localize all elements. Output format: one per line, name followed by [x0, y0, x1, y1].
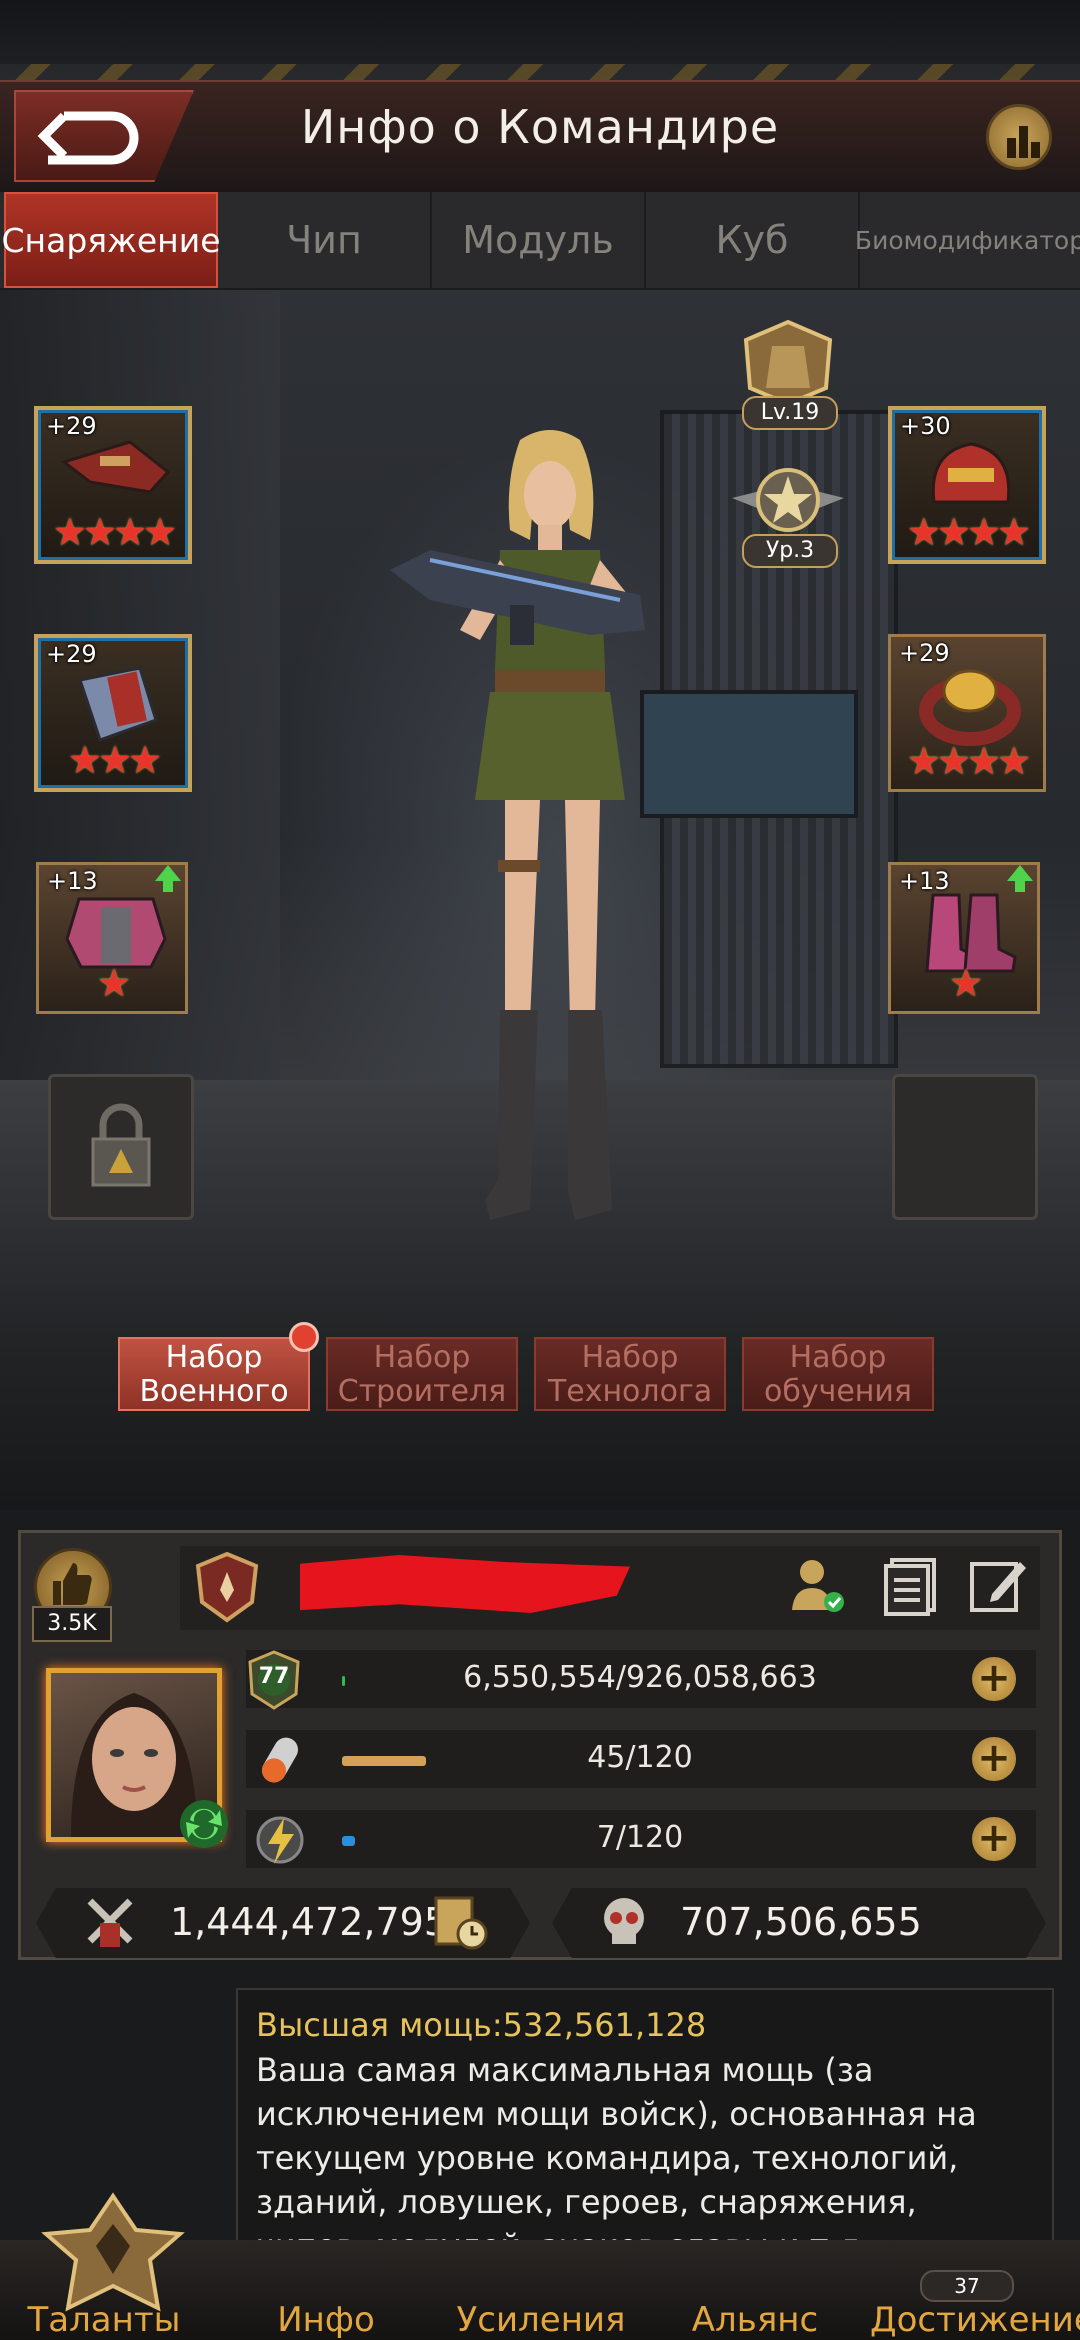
document-list-icon	[884, 1558, 936, 1616]
weapon-stars: ★★★★	[52, 510, 177, 554]
records-button[interactable]	[878, 1552, 942, 1616]
set-training-line2: обучения	[764, 1374, 912, 1409]
ring-stars: ★★★★	[906, 739, 1031, 783]
locked-slot-left[interactable]	[48, 1074, 194, 1220]
power-value: 1,444,472,795	[170, 1900, 449, 1944]
stamina-value: 45/120	[587, 1740, 693, 1775]
tooltip-body: Ваша самая максимальная мощь (за исключе…	[256, 2051, 977, 2265]
ring-level: +29	[899, 639, 950, 667]
rank-badge[interactable]: Ур.3	[722, 458, 854, 568]
armor-icon	[743, 319, 833, 407]
armor-level: +13	[47, 867, 98, 895]
stats-button[interactable]	[986, 104, 1052, 170]
commander-level: 77	[258, 1664, 290, 1689]
commander-figure	[390, 430, 645, 1220]
nav-info[interactable]: Инфо	[256, 2300, 396, 2340]
set-builder-line1: Набор	[373, 1340, 471, 1375]
rank-emblem-icon[interactable]	[190, 1550, 264, 1624]
upgrade-arrow-icon	[155, 865, 181, 892]
skull-icon	[604, 1898, 644, 1944]
armor-level-label: Lv.19	[742, 396, 838, 430]
equipment-slot-weapon[interactable]: +29 ★★★★	[34, 406, 192, 564]
tab-equipment[interactable]: Снаряжение	[2, 192, 221, 288]
ring-icon	[919, 669, 1021, 746]
equipment-slot-ring[interactable]: +29 ★★★★	[888, 634, 1046, 792]
tab-module[interactable]: Модуль	[432, 192, 646, 288]
kills-value: 707,506,655	[680, 1900, 922, 1944]
rifle-icon	[60, 440, 171, 494]
boots-level: +13	[899, 867, 950, 895]
energy-bolt-icon	[256, 1816, 304, 1864]
power-history-icon[interactable]	[430, 1892, 490, 1952]
like-count: 3.5K	[32, 1606, 112, 1642]
nav-talents[interactable]: Таланты	[24, 2300, 184, 2340]
tab-cube[interactable]: Куб	[646, 192, 860, 288]
upgrade-arrow-icon	[1007, 865, 1033, 892]
gloves-level: +29	[46, 640, 97, 668]
user-check-icon	[792, 1560, 844, 1612]
swap-avatar-icon[interactable]	[176, 1796, 232, 1852]
tab-bar: Снаряжение Чип Модуль Куб Биомодификатор	[0, 192, 1080, 288]
set-training-line1: Набор	[789, 1340, 887, 1375]
achievement-count-badge: 37	[920, 2270, 1014, 2302]
armor-level-badge[interactable]: Lv.19	[730, 318, 846, 430]
equipment-slot-helmet[interactable]: +30 ★★★★	[888, 406, 1046, 564]
set-military-line2: Военного	[139, 1374, 289, 1409]
bar-chart-icon	[1007, 126, 1040, 158]
stamina-add-button[interactable]: +	[972, 1737, 1016, 1781]
equipment-slot-armor[interactable]: +13 ★	[36, 862, 188, 1014]
lock-icon	[91, 1103, 151, 1187]
helmet-icon	[931, 442, 1011, 504]
equipment-slot-gloves[interactable]: +29 ★★★	[34, 634, 192, 792]
set-technologist-line2: Технолога	[547, 1374, 713, 1409]
hazard-stripe	[0, 64, 1080, 80]
glove-icon	[78, 666, 158, 742]
nav-achievement[interactable]: Достижение	[870, 2300, 1080, 2340]
armor-stars: ★	[96, 961, 131, 1005]
helmet-level: +30	[900, 412, 951, 440]
star-wings-icon	[732, 468, 844, 532]
stamina-capsule-icon	[262, 1737, 298, 1783]
empty-slot-right[interactable]	[892, 1074, 1038, 1220]
nav-boosts[interactable]: Усиления	[448, 2300, 634, 2340]
helmet-stars: ★★★★	[906, 510, 1031, 554]
set-military-button[interactable]: Набор Военного	[118, 1337, 310, 1411]
tooltip-title: Высшая мощь:532,561,128	[256, 2006, 707, 2044]
set-builder-line2: Строителя	[337, 1374, 507, 1409]
weapon-level: +29	[46, 412, 97, 440]
page-title: Инфо о Командире	[300, 100, 780, 154]
nav-alliance[interactable]: Альянс	[680, 2300, 830, 2340]
set-training-button[interactable]: Набор обучения	[742, 1337, 934, 1411]
set-military-line1: Набор	[165, 1340, 263, 1375]
notification-dot	[289, 1322, 319, 1352]
set-technologist-button[interactable]: Набор Технолога	[534, 1337, 726, 1411]
energy-add-button[interactable]: +	[972, 1817, 1016, 1861]
tab-chip[interactable]: Чип	[218, 192, 432, 288]
edit-button[interactable]	[966, 1552, 1030, 1616]
gloves-stars: ★★★	[67, 738, 162, 782]
energy-value: 7/120	[596, 1820, 684, 1855]
edit-pencil-icon	[970, 1562, 1026, 1612]
friend-status-button[interactable]	[786, 1552, 850, 1616]
exp-add-button[interactable]: +	[972, 1657, 1016, 1701]
rank-level-label: Ур.3	[742, 534, 838, 568]
crossed-swords-icon	[87, 1898, 133, 1947]
tab-biomodifier[interactable]: Биомодификатор	[855, 192, 1080, 288]
set-technologist-line1: Набор	[581, 1340, 679, 1375]
exp-value: 6,550,554/926,058,663	[463, 1660, 817, 1695]
equipment-slot-boots[interactable]: +13 ★	[888, 862, 1040, 1014]
boots-stars: ★	[948, 961, 983, 1005]
set-builder-button[interactable]: Набор Строителя	[326, 1337, 518, 1411]
